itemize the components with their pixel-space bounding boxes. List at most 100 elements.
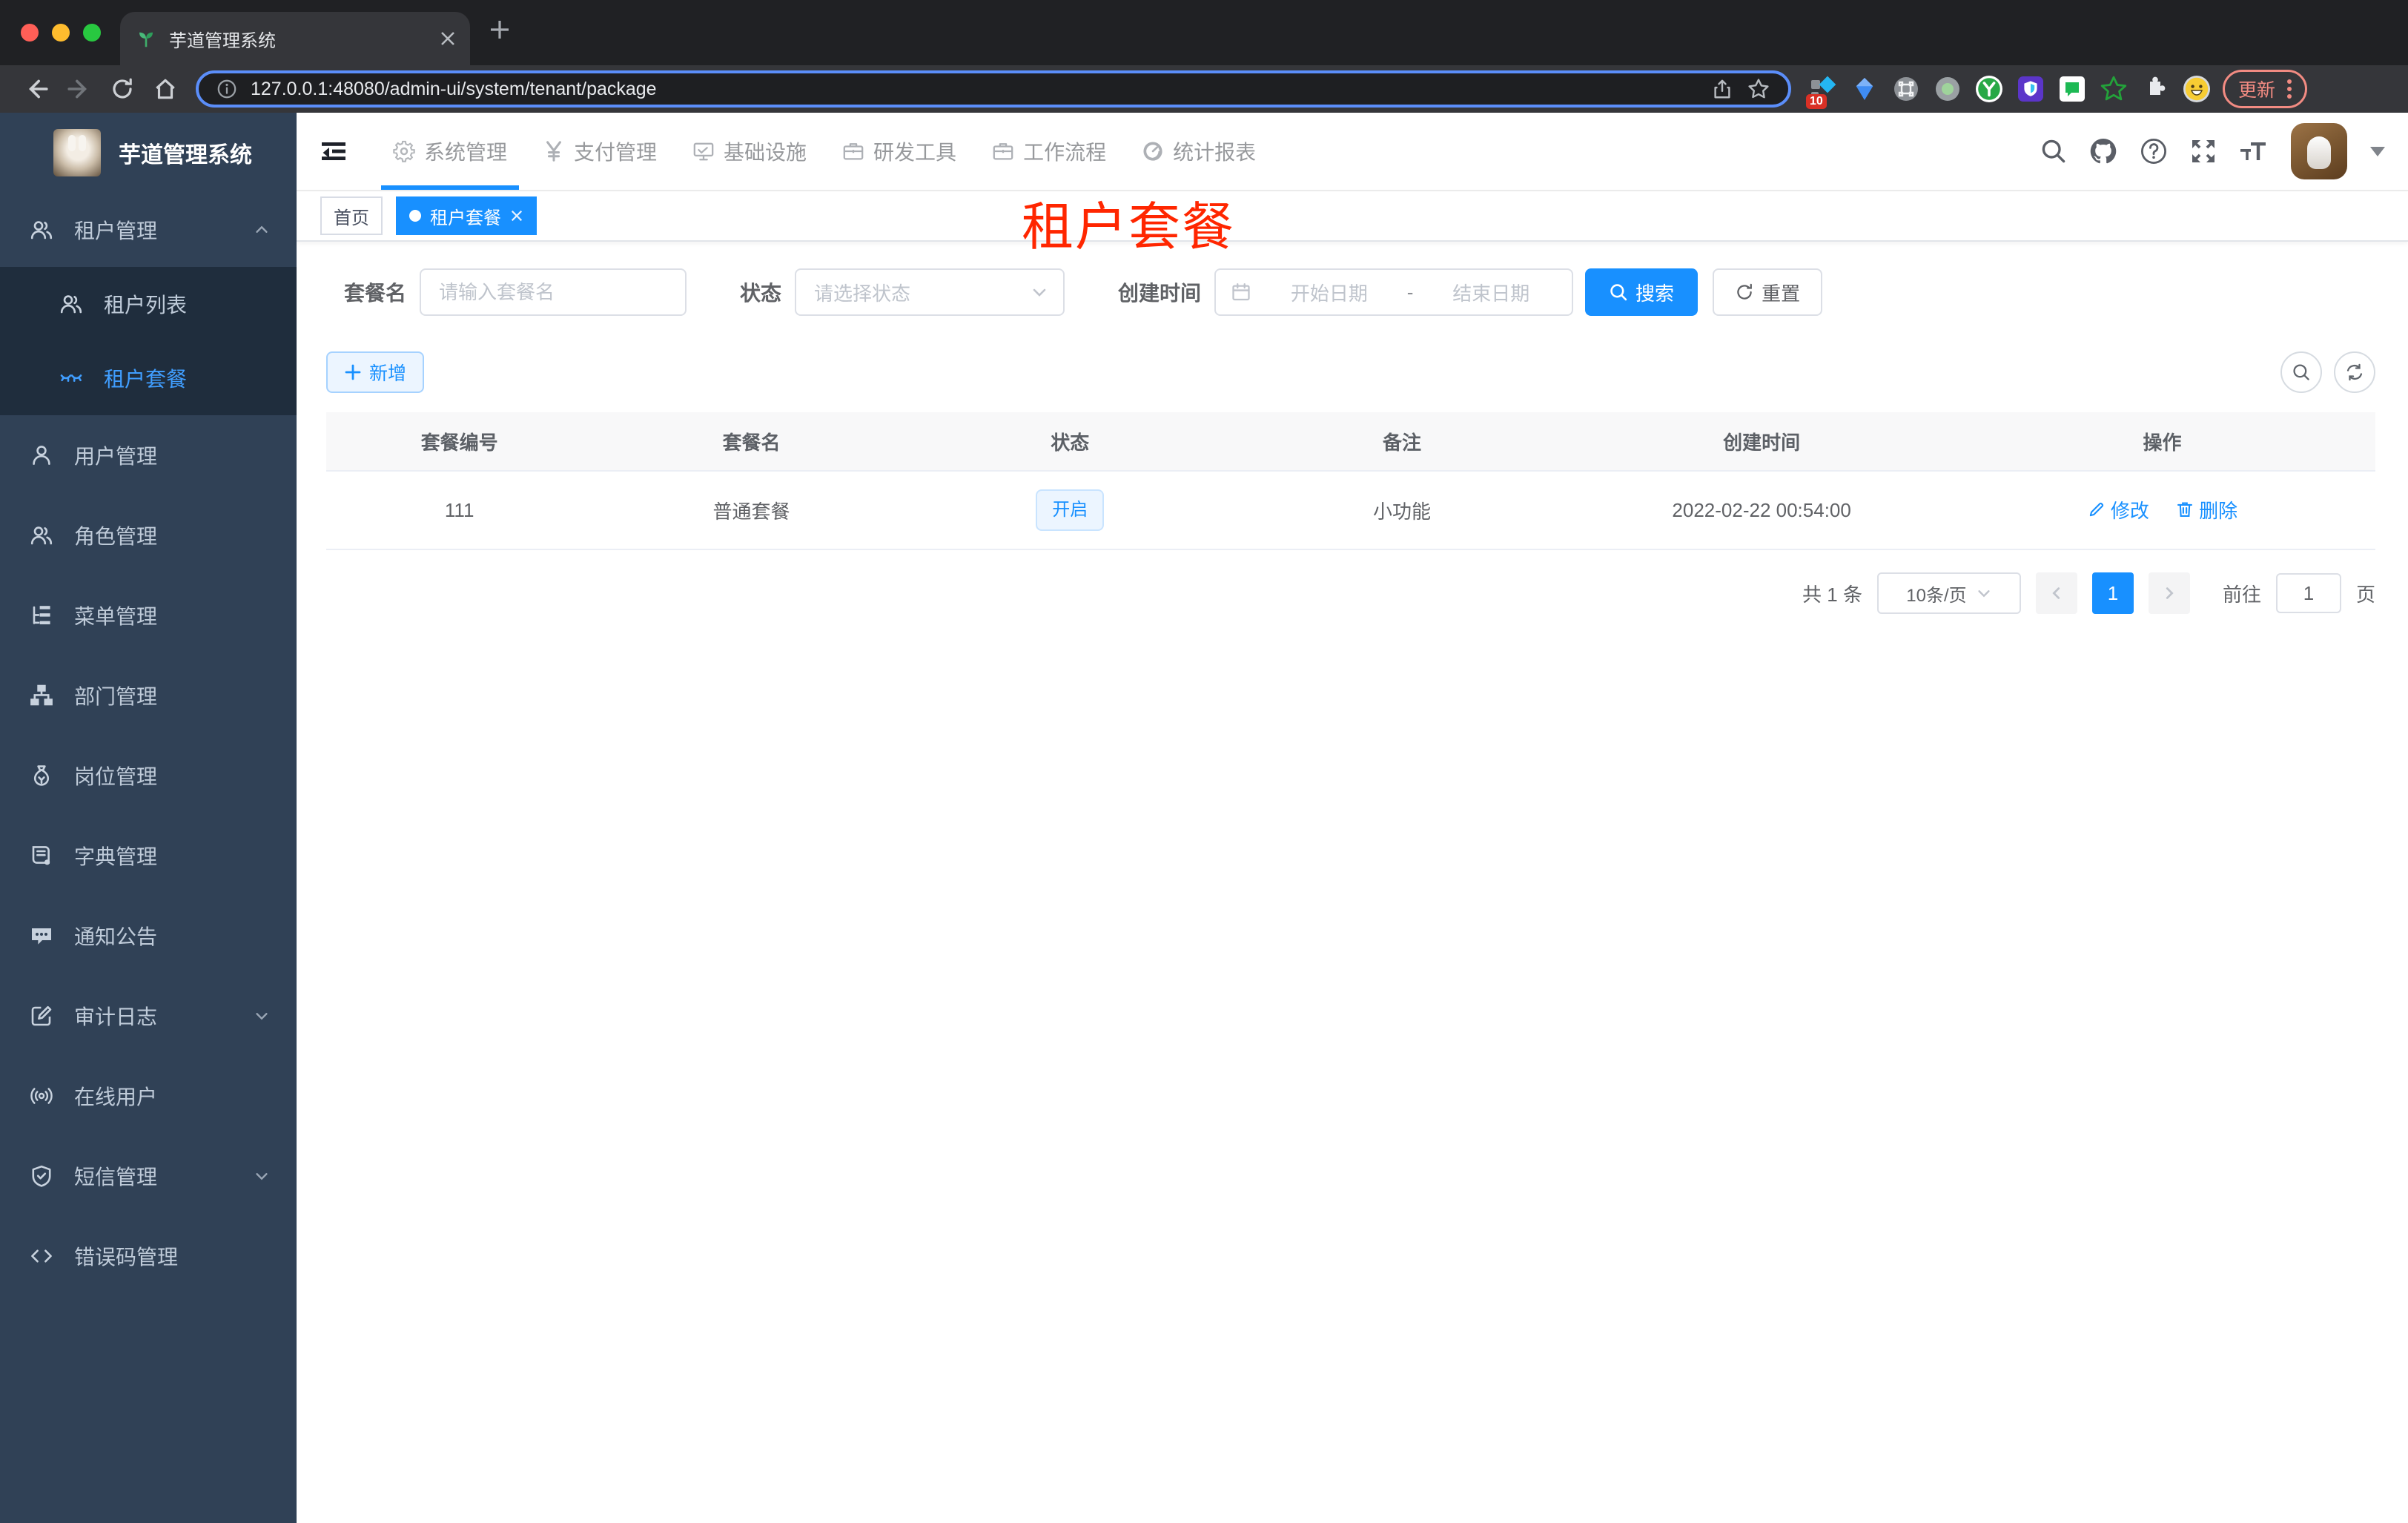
refresh-icon xyxy=(1737,283,1752,300)
sidebar-item-post-management[interactable]: 岗位管理 xyxy=(0,736,297,816)
forward-button[interactable] xyxy=(58,76,101,102)
cell-remark: 小功能 xyxy=(1373,500,1432,523)
sidebar-item-notice-management[interactable]: 通知公告 xyxy=(0,896,297,976)
profile-avatar-icon[interactable] xyxy=(2183,75,2211,103)
top-menu-workflow[interactable]: 工作流程 xyxy=(974,113,1124,190)
online-signal-icon xyxy=(30,1084,53,1108)
top-menu: 系统管理 支付管理 基础设施 研发工具 工作流程 统计报表 xyxy=(375,113,1274,190)
fullscreen-icon[interactable] xyxy=(2190,138,2217,165)
sidebar-item-label: 短信管理 xyxy=(74,1166,158,1189)
minimize-window-button[interactable] xyxy=(52,24,70,42)
next-page-button[interactable] xyxy=(2148,572,2190,614)
col-header-package-name: 套餐名 xyxy=(722,431,781,454)
app-navbar: 系统管理 支付管理 基础设施 研发工具 工作流程 统计报表 xyxy=(297,113,2408,191)
extension-grey-dot-icon[interactable] xyxy=(1934,75,1962,103)
extension-y-icon[interactable] xyxy=(1975,75,2003,103)
table-settings-buttons xyxy=(2280,351,2375,393)
page-size-value: 10条/页 xyxy=(1906,585,1967,606)
search-icon[interactable] xyxy=(2040,138,2067,165)
browser-update-button[interactable]: 更新 xyxy=(2223,70,2308,108)
site-info-icon[interactable] xyxy=(216,79,237,99)
cell-actions: 修改 删除 xyxy=(1949,496,2375,525)
url-text[interactable]: 127.0.0.1:48080/admin-ui/system/tenant/p… xyxy=(251,79,1698,100)
delete-link-label: 删除 xyxy=(2199,499,2238,522)
chevron-down-icon xyxy=(1978,590,1990,598)
prev-page-button[interactable] xyxy=(2035,572,2077,614)
delete-link[interactable]: 删除 xyxy=(2175,496,2237,523)
sidebar-item-menu-management[interactable]: 菜单管理 xyxy=(0,575,297,655)
cell-created: 2022-02-22 00:54:00 xyxy=(1672,498,1851,521)
top-menu-infra[interactable]: 基础设施 xyxy=(675,113,824,190)
top-menu-payment[interactable]: 支付管理 xyxy=(525,113,675,190)
date-range-picker[interactable]: 开始日期 - 结束日期 xyxy=(1214,268,1574,316)
tag-close-icon[interactable] xyxy=(510,209,523,222)
page-number-active[interactable]: 1 xyxy=(2091,572,2134,614)
sidebar-collapse-icon[interactable] xyxy=(319,136,348,166)
extension-shield-icon[interactable] xyxy=(2017,75,2045,103)
tag-tenant-package[interactable]: 租户套餐 xyxy=(396,196,537,235)
top-menu-system[interactable]: 系统管理 xyxy=(375,113,525,190)
status-select[interactable]: 请选择状态 xyxy=(795,268,1065,316)
sidebar-item-department-management[interactable]: 部门管理 xyxy=(0,655,297,736)
browser-tab[interactable]: 芋道管理系统 xyxy=(120,12,470,65)
sidebar-item-audit-log[interactable]: 审计日志 xyxy=(0,976,297,1056)
extensions-row: 10 xyxy=(1806,75,2211,109)
new-tab-button[interactable] xyxy=(489,19,510,40)
user-avatar[interactable] xyxy=(2291,123,2347,179)
sidebar-item-online-users[interactable]: 在线用户 xyxy=(0,1056,297,1136)
sidebar-item-dict-management[interactable]: 字典管理 xyxy=(0,816,297,896)
caret-down-icon[interactable] xyxy=(2369,145,2386,157)
filter-name-label: 套餐名 xyxy=(344,282,407,305)
table-row[interactable]: 111 普通套餐 开启 小功能 2022-02-22 00:54:00 修改 删… xyxy=(326,472,2375,549)
sidebar-item-tenant-management[interactable]: 租户管理 xyxy=(0,193,297,267)
extensions-puzzle-icon[interactable] xyxy=(2141,75,2169,103)
sidebar-item-user-management[interactable]: 用户管理 xyxy=(0,415,297,495)
help-icon[interactable] xyxy=(2140,137,2168,165)
zoom-window-button[interactable] xyxy=(83,24,101,42)
sidebar-item-label: 用户管理 xyxy=(74,445,158,468)
top-menu-label: 研发工具 xyxy=(873,141,957,164)
close-window-button[interactable] xyxy=(21,24,39,42)
top-menu-dev-tools[interactable]: 研发工具 xyxy=(824,113,974,190)
chevron-down-icon xyxy=(1033,288,1046,297)
url-bar[interactable]: 127.0.0.1:48080/admin-ui/system/tenant/p… xyxy=(196,70,1791,108)
shield-check-icon xyxy=(30,1164,53,1188)
extension-star-icon[interactable] xyxy=(2100,75,2128,103)
share-icon[interactable] xyxy=(1711,78,1733,100)
chevron-down-icon xyxy=(254,1008,270,1024)
github-icon[interactable] xyxy=(2089,137,2117,165)
table-toolbar: 新增 xyxy=(326,351,2375,393)
tag-home[interactable]: 首页 xyxy=(320,196,383,235)
browser-menu-icon[interactable] xyxy=(2287,79,2292,99)
extension-gem-icon[interactable] xyxy=(1850,75,1879,103)
sidebar-item-tenant-list[interactable]: 租户列表 xyxy=(0,267,297,341)
toggle-search-button[interactable] xyxy=(2280,351,2322,393)
bookmark-star-icon[interactable] xyxy=(1747,77,1770,101)
reset-button[interactable]: 重置 xyxy=(1713,268,1823,316)
sidebar-item-role-management[interactable]: 角色管理 xyxy=(0,495,297,575)
refresh-table-button[interactable] xyxy=(2334,351,2375,393)
extension-command-icon[interactable] xyxy=(1892,75,1920,103)
extension-layers-icon[interactable]: 10 xyxy=(1806,75,1837,109)
home-button[interactable] xyxy=(144,76,187,102)
sidebar-item-label: 审计日志 xyxy=(74,1005,158,1028)
sidebar-item-error-code-management[interactable]: 错误码管理 xyxy=(0,1216,297,1296)
tab-close-icon[interactable] xyxy=(440,31,455,46)
status-placeholder: 请选择状态 xyxy=(814,282,911,305)
extension-chat-icon[interactable] xyxy=(2058,75,2086,103)
page-size-select[interactable]: 10条/页 xyxy=(1876,572,2021,614)
top-menu-reports[interactable]: 统计报表 xyxy=(1124,113,1274,190)
sidebar-item-tenant-package[interactable]: 租户套餐 xyxy=(0,341,297,415)
app-logo[interactable]: 芋道管理系统 xyxy=(0,113,297,193)
font-size-icon[interactable] xyxy=(2239,138,2269,165)
start-date-placeholder[interactable]: 开始日期 xyxy=(1263,279,1395,306)
end-date-placeholder[interactable]: 结束日期 xyxy=(1425,279,1557,306)
sidebar-item-sms-management[interactable]: 短信管理 xyxy=(0,1136,297,1216)
back-button[interactable] xyxy=(15,76,58,102)
goto-page-input[interactable] xyxy=(2275,573,2341,613)
search-button[interactable]: 搜索 xyxy=(1585,268,1698,316)
package-name-input[interactable] xyxy=(420,268,687,316)
reload-button[interactable] xyxy=(101,77,144,101)
add-button[interactable]: 新增 xyxy=(326,351,425,393)
edit-link[interactable]: 修改 xyxy=(2087,496,2149,523)
